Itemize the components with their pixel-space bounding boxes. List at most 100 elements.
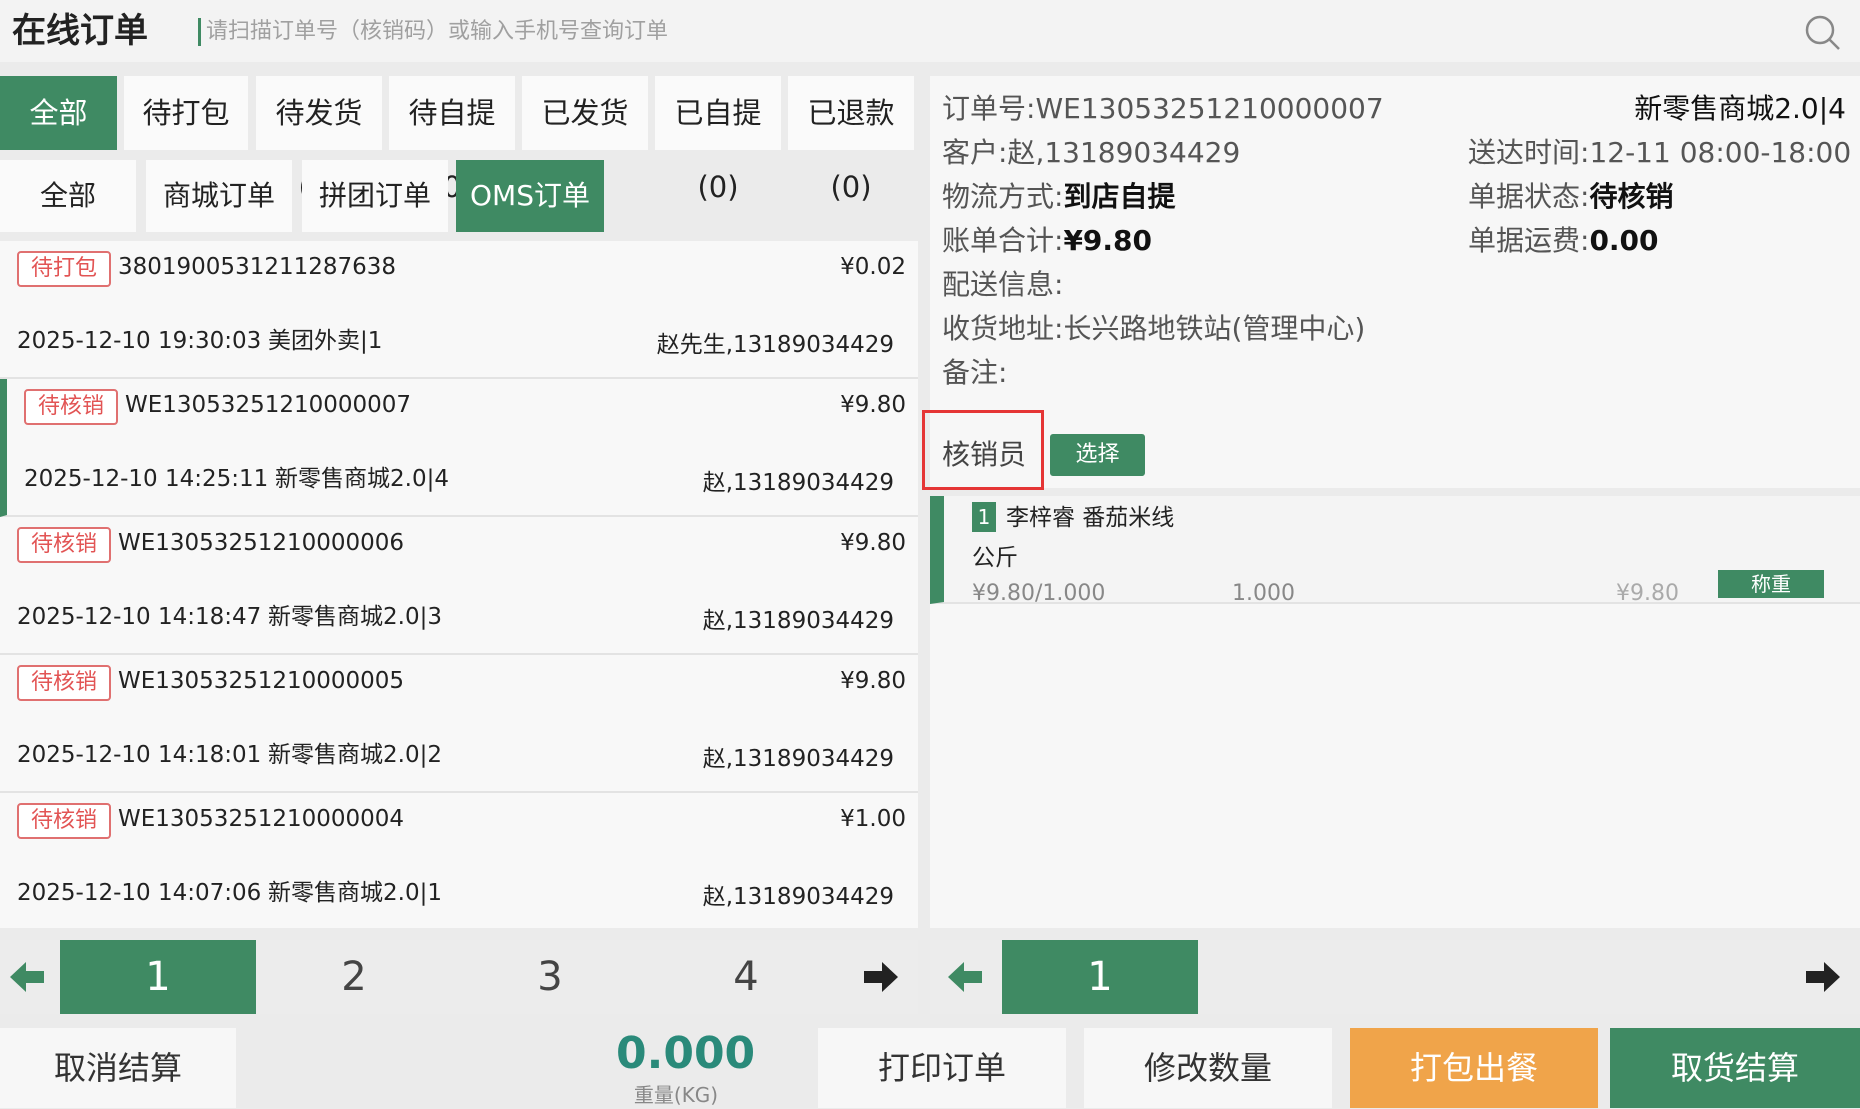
detail-delivery-time: 送达时间:12-11 08:00-18:00: [1468, 134, 1851, 172]
status-badge: 待核销: [17, 527, 112, 563]
page-button-2[interactable]: 2: [256, 940, 452, 1014]
item-index: 1: [972, 502, 996, 532]
cancel-settlement-button[interactable]: 取消结算: [0, 1028, 236, 1108]
order-time: 2025-12-10 14:25:11: [24, 466, 269, 492]
status-badge: 待核销: [24, 389, 119, 425]
order-customer: 赵,13189034429: [702, 884, 894, 910]
detail-customer: 客户:赵,13189034429: [942, 134, 1240, 172]
detail-total: 账单合计:¥9.80: [942, 222, 1152, 260]
tab-picked-up[interactable]: 已自提(0): [655, 76, 781, 204]
detail-address: 收货地址:长兴路地铁站(管理中心): [942, 310, 1365, 348]
item-total: ¥9.80: [1616, 581, 1679, 606]
order-amount: ¥0.02: [840, 254, 906, 280]
order-amount: ¥1.00: [840, 806, 906, 832]
order-source: 新零售商城2.0|4: [275, 466, 449, 492]
value: 待核销: [1589, 180, 1674, 213]
order-row[interactable]: 待核销 WE13053251210000007 ¥9.80 2025-12-10…: [0, 379, 918, 517]
print-order-button[interactable]: 打印订单: [818, 1028, 1066, 1108]
order-list-pager: 1 2 3 4: [0, 940, 918, 1014]
channel-tab-oms[interactable]: OMS订单: [456, 160, 604, 232]
text-caret: [198, 18, 201, 46]
item-unit: 公斤: [972, 545, 1018, 571]
order-id: WE13053251210000006: [118, 530, 405, 556]
arrow-right-icon[interactable]: [864, 962, 898, 992]
value: WE13053251210000007: [1035, 92, 1384, 125]
label: 收货地址:: [942, 312, 1064, 345]
weight-value: 0.000: [616, 1028, 756, 1079]
checker-label: 核销员: [942, 438, 1027, 471]
order-source: 新零售商城2.0|3: [268, 604, 442, 630]
order-id: WE13053251210000007: [125, 392, 412, 418]
weigh-button[interactable]: 称重: [1718, 570, 1824, 598]
order-list: 待打包 3801900531211287638 ¥0.02 2025-12-10…: [0, 241, 918, 928]
value: 长兴路地铁站(管理中心): [1063, 312, 1366, 345]
label: 物流方式:: [942, 180, 1064, 213]
label: 订单号:: [942, 92, 1036, 125]
choose-checker-button[interactable]: 选择: [1050, 434, 1145, 476]
status-badge: 待打包: [17, 251, 112, 287]
order-customer: 赵,13189034429: [702, 608, 894, 634]
order-customer: 赵,13189034429: [702, 470, 894, 496]
label: 送达时间:: [1468, 136, 1590, 169]
arrow-left-icon[interactable]: [948, 962, 982, 992]
channel-tab-group[interactable]: 拼团订单: [302, 160, 448, 232]
order-amount: ¥9.80: [840, 668, 906, 694]
label: 账单合计:: [942, 224, 1064, 257]
order-source: 新零售商城2.0|2: [268, 742, 442, 768]
arrow-left-icon[interactable]: [10, 962, 44, 992]
detail-store: 新零售商城2.0|4: [1634, 92, 1846, 125]
page-button-1[interactable]: 1: [1002, 940, 1198, 1014]
value: ¥9.80: [1063, 224, 1153, 257]
item-unit-price: ¥9.80/1.000: [972, 581, 1106, 606]
order-row[interactable]: 待打包 3801900531211287638 ¥0.02 2025-12-10…: [0, 241, 918, 379]
order-row[interactable]: 待核销 WE13053251210000004 ¥1.00 2025-12-10…: [0, 793, 918, 928]
order-customer: 赵先生,13189034429: [656, 332, 894, 358]
tab-to-ship[interactable]: 待发货(0): [256, 76, 382, 204]
arrow-right-icon[interactable]: [1806, 962, 1840, 992]
pickup-settlement-button[interactable]: 取货结算: [1610, 1028, 1860, 1108]
detail-remark: 备注:: [942, 356, 1008, 389]
order-id: 3801900531211287638: [118, 254, 397, 280]
detail-delivery-info: 配送信息:: [942, 268, 1064, 301]
tab-to-pack[interactable]: 待打包(2): [124, 76, 248, 204]
pack-out-button[interactable]: 打包出餐: [1350, 1028, 1598, 1108]
tab-shipped[interactable]: 已发货(4): [522, 76, 648, 204]
label: 单据运费:: [1468, 224, 1590, 257]
order-amount: ¥9.80: [840, 392, 906, 418]
order-time: 2025-12-10 14:07:06: [17, 880, 262, 906]
detail-logistics: 物流方式:到店自提: [942, 178, 1175, 216]
order-source: 新零售商城2.0|1: [268, 880, 442, 906]
label: 客户:: [942, 136, 1008, 169]
status-badge: 待核销: [17, 665, 112, 701]
modify-quantity-button[interactable]: 修改数量: [1084, 1028, 1332, 1108]
order-time: 2025-12-10 14:18:47: [17, 604, 262, 630]
value: 到店自提: [1063, 180, 1176, 213]
order-id: WE13053251210000004: [118, 806, 405, 832]
value: 0.00: [1589, 224, 1659, 257]
page-button-4[interactable]: 4: [648, 940, 844, 1014]
search-input[interactable]: [206, 8, 1766, 54]
page-button-1[interactable]: 1: [60, 940, 256, 1014]
value: 赵,13189034429: [1007, 136, 1241, 169]
channel-tab-all[interactable]: 全部: [0, 160, 136, 232]
order-row[interactable]: 待核销 WE13053251210000005 ¥9.80 2025-12-10…: [0, 655, 918, 793]
value: 12-11 08:00-18:00: [1589, 136, 1852, 169]
page-button-3[interactable]: 3: [452, 940, 648, 1014]
order-time: 2025-12-10 19:30:03: [17, 328, 262, 354]
order-time: 2025-12-10 14:18:01: [17, 742, 262, 768]
tab-refunded[interactable]: 已退款(0): [788, 76, 914, 204]
weight-label: 重量(KG): [633, 1083, 719, 1107]
item-name: 李梓睿 番茄米线: [1006, 505, 1175, 531]
detail-freight: 单据运费:0.00: [1468, 222, 1659, 260]
search-bar[interactable]: [190, 8, 1850, 54]
tab-all[interactable]: 全部(13): [0, 76, 117, 204]
detail-status: 单据状态:待核销: [1468, 178, 1673, 216]
item-quantity: 1.000: [1232, 581, 1295, 606]
channel-tab-mall[interactable]: 商城订单: [146, 160, 292, 232]
page-title: 在线订单: [12, 11, 148, 51]
order-id: WE13053251210000005: [118, 668, 405, 694]
order-source: 美团外卖|1: [268, 328, 383, 354]
search-icon[interactable]: [1802, 12, 1842, 52]
tab-to-pickup[interactable]: 待自提(0): [389, 76, 515, 204]
order-row[interactable]: 待核销 WE13053251210000006 ¥9.80 2025-12-10…: [0, 517, 918, 655]
